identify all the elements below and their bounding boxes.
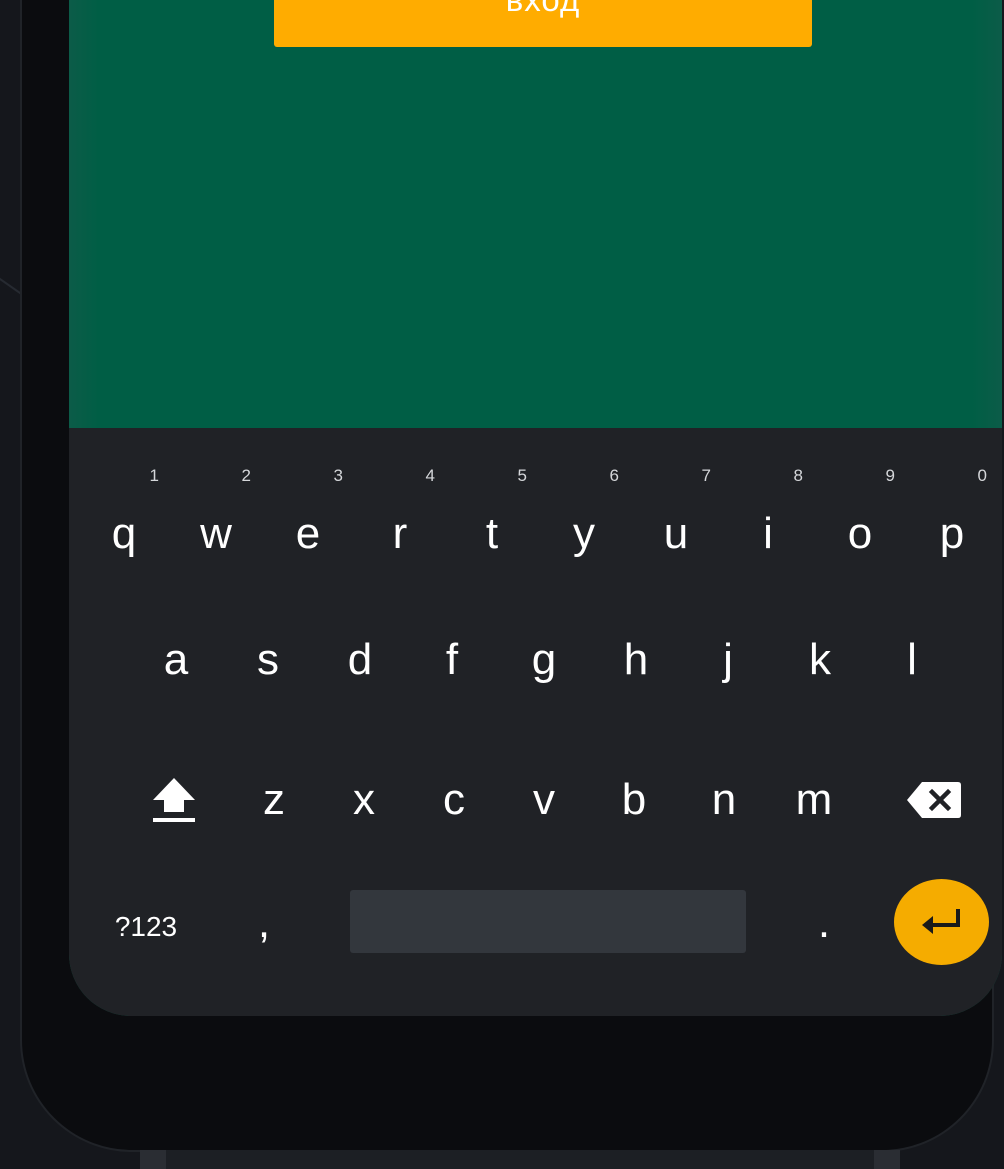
shift-icon [153,778,195,822]
on-screen-keyboard: 1q 2w 3e 4r 5t 6y 7u 8i 9o 0p a s d f g … [69,428,1002,1016]
key-f[interactable]: f [407,600,497,720]
key-q[interactable]: 1q [79,460,169,578]
key-o[interactable]: 9o [815,460,905,578]
key-w[interactable]: 2w [171,460,261,578]
key-y[interactable]: 6y [539,460,629,578]
key-label: p [939,509,965,558]
key-hint: 9 [885,466,895,485]
key-n[interactable]: n [679,740,769,860]
key-e[interactable]: 3e [263,460,353,578]
key-r[interactable]: 4r [355,460,445,578]
phone-bottom-edge [140,1150,900,1169]
key-hint: 0 [977,466,987,485]
key-hint: 8 [793,466,803,485]
key-c[interactable]: c [409,740,499,860]
key-l[interactable]: l [867,600,957,720]
backspace-key[interactable] [879,740,989,860]
login-button[interactable]: вход [274,0,812,47]
key-label: y [573,509,595,558]
key-label: q [111,509,137,558]
key-label: w [200,509,232,558]
key-hint: 4 [425,466,435,485]
key-label: o [847,509,873,558]
key-s[interactable]: s [223,600,313,720]
key-t[interactable]: 5t [447,460,537,578]
phone-screen: вход 1q 2w 3e 4r 5t 6y 7u 8i 9o 0p a s d… [69,0,1002,1016]
phone-edge-nub [874,1150,900,1169]
symbols-key[interactable]: ?123 [91,872,201,982]
key-period[interactable]: . [779,868,869,978]
key-hint: 6 [609,466,619,485]
enter-icon [921,909,960,934]
key-label: u [663,509,689,558]
key-a[interactable]: a [131,600,221,720]
key-hint: 7 [701,466,711,485]
key-k[interactable]: k [775,600,865,720]
backspace-icon [907,782,961,818]
key-v[interactable]: v [499,740,589,860]
enter-key[interactable] [894,879,989,965]
key-p[interactable]: 0p [907,460,997,578]
key-b[interactable]: b [589,740,679,860]
key-m[interactable]: m [769,740,859,860]
key-hint: 2 [241,466,251,485]
app-area: вход [69,0,1002,428]
phone-frame: вход 1q 2w 3e 4r 5t 6y 7u 8i 9o 0p a s d… [22,0,1002,1150]
key-hint: 1 [149,466,159,485]
phone-edge-nub [140,1150,166,1169]
key-x[interactable]: x [319,740,409,860]
key-label: r [392,509,408,558]
key-label: i [763,509,773,558]
key-u[interactable]: 7u [631,460,721,578]
key-label: t [485,509,499,558]
key-g[interactable]: g [499,600,589,720]
spacebar-key[interactable] [350,890,746,953]
key-z[interactable]: z [229,740,319,860]
key-label: e [295,509,321,558]
key-hint: 3 [333,466,343,485]
key-hint: 5 [517,466,527,485]
key-h[interactable]: h [591,600,681,720]
key-j[interactable]: j [683,600,773,720]
key-d[interactable]: d [315,600,405,720]
key-comma[interactable]: , [219,868,309,978]
shift-key[interactable] [119,740,229,860]
key-i[interactable]: 8i [723,460,813,578]
